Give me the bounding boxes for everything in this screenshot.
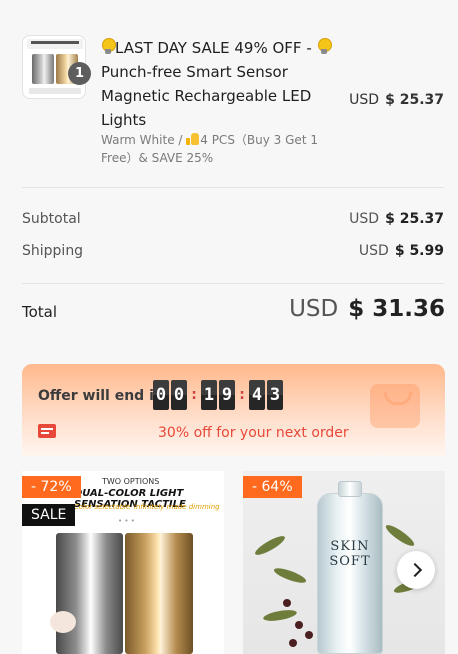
total-currency: USD <box>289 296 339 322</box>
countdown-digit: 4 <box>249 380 265 410</box>
countdown-digit: 3 <box>267 380 283 410</box>
countdown-digit: 1 <box>201 380 217 410</box>
berry-decoration <box>283 599 291 607</box>
berry-decoration <box>289 639 297 647</box>
product-bottle <box>317 493 383 654</box>
divider <box>22 283 444 284</box>
countdown-digit: 0 <box>153 380 169 410</box>
countdown-timer: 0 0 : 1 9 : 4 3 <box>153 380 285 410</box>
subtotal-amount: USD $ 25.37 <box>349 211 444 227</box>
countdown-separator: : <box>191 387 197 403</box>
subtotal-currency: USD <box>349 211 380 227</box>
image-text-sub: Color selectable <box>74 503 131 511</box>
coupon-text: 30% off for your next order <box>158 425 349 441</box>
hand-image <box>50 611 76 633</box>
recommendation-card[interactable]: TWO OPTIONS DUAL-COLOR LIGHT SENSATION T… <box>22 471 224 654</box>
shipping-value: $ 5.99 <box>394 243 444 259</box>
offer-countdown-label: Offer will end in <box>38 388 164 404</box>
item-price-value: $ 25.37 <box>385 92 444 108</box>
image-text-sub: infinitely made dimming <box>134 503 220 511</box>
image-text-options: TWO OPTIONS <box>102 477 160 486</box>
coupon-icon <box>38 424 56 438</box>
image-text-dots: • • • <box>118 517 135 525</box>
shipping-amount: USD $ 5.99 <box>359 243 444 259</box>
product-title-line1: LAST DAY SALE 49% OFF - <box>115 39 317 57</box>
countdown-separator: : <box>239 387 245 403</box>
cool-light-panel <box>56 533 123 654</box>
item-price-currency: USD <box>349 92 380 108</box>
subtotal-value: $ 25.37 <box>385 211 444 227</box>
leaf-decoration <box>383 522 417 549</box>
chevron-right-icon <box>407 562 422 578</box>
total-amount: USD $ 31.36 <box>289 296 445 322</box>
warm-light-panel <box>125 533 193 654</box>
subtotal-row: Subtotal USD $ 25.37 <box>22 211 444 227</box>
leaf-decoration <box>253 533 287 558</box>
total-value: $ 31.36 <box>348 296 445 322</box>
product-title-rest: Punch-free Smart Sensor Magnetic Recharg… <box>101 63 312 129</box>
quantity-badge: 1 <box>68 62 91 85</box>
shopping-bag-icon <box>370 384 420 428</box>
carousel-next-button[interactable] <box>397 551 435 589</box>
bottle-brand-text: SKIN SOFT <box>329 539 371 569</box>
total-label: Total <box>22 303 58 321</box>
shipping-label: Shipping <box>22 243 84 259</box>
discount-badge: - 72% <box>22 476 81 498</box>
berry-decoration <box>305 631 313 639</box>
cart-item: 1 LAST DAY SALE 49% OFF - Punch-free Sma… <box>0 0 458 165</box>
countdown-digit: 0 <box>171 380 187 410</box>
shipping-currency: USD <box>358 243 389 259</box>
leaf-decoration <box>272 565 308 586</box>
variant-prefix: Warm White / <box>101 133 187 147</box>
leaf-decoration <box>262 608 298 623</box>
product-title: LAST DAY SALE 49% OFF - Punch-free Smart… <box>101 36 341 132</box>
lightbulb-icon <box>317 38 332 55</box>
item-price: USD $ 25.37 <box>349 92 444 108</box>
subtotal-label: Subtotal <box>22 211 81 227</box>
lightbulb-icon <box>101 38 116 55</box>
product-variant: Warm White / 4 PCS（Buy 3 Get 1 Free）& SA… <box>101 131 326 167</box>
shipping-row: Shipping USD $ 5.99 <box>22 243 444 259</box>
divider <box>22 187 444 188</box>
bottle-cap <box>338 481 362 497</box>
countdown-digit: 9 <box>219 380 235 410</box>
discount-badge: - 64% <box>243 476 302 498</box>
sale-badge: SALE <box>22 504 76 526</box>
thumbs-up-icon <box>186 133 200 145</box>
berry-decoration <box>295 621 303 629</box>
offer-banner: Offer will end in 0 0 : 1 9 : 4 3 30% of… <box>22 364 445 456</box>
